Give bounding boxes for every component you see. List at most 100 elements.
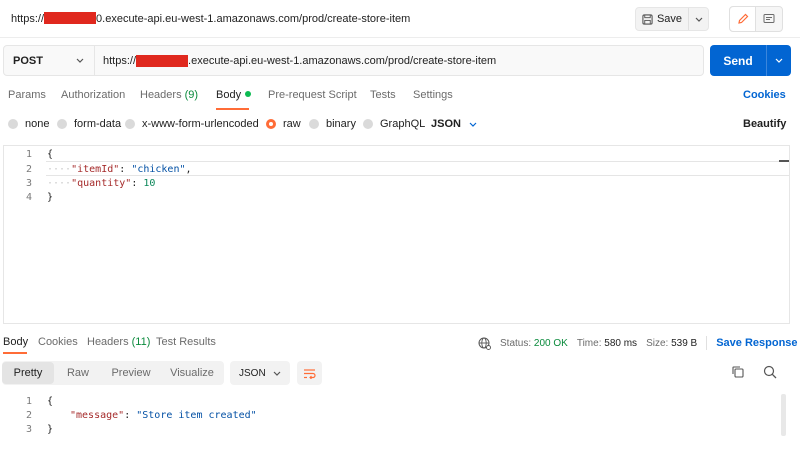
response-meta: Status: 200 OK Time: 580 ms Size: 539 B … xyxy=(478,336,800,350)
response-tab-headers[interactable]: Headers (11) xyxy=(87,336,150,348)
url-input[interactable]: https:// .execute-api.eu-west-1.amazonaws… xyxy=(95,46,496,75)
view-mode-toggle xyxy=(729,6,783,32)
tab-body[interactable]: Body xyxy=(216,89,252,101)
response-tab-headers-count: (11) xyxy=(131,336,151,348)
radio-button xyxy=(57,119,67,129)
copy-button[interactable] xyxy=(731,365,745,382)
response-code-line: } xyxy=(47,424,53,435)
radio-form-data[interactable]: form-data xyxy=(57,118,121,130)
send-options-button[interactable] xyxy=(766,45,791,76)
radio-button xyxy=(8,119,18,129)
wrap-lines-button[interactable] xyxy=(297,361,322,385)
view-visualize[interactable]: Visualize xyxy=(160,362,224,384)
chevron-down-icon xyxy=(273,371,281,376)
json-key: "message" xyxy=(70,410,125,421)
json-number: 10 xyxy=(143,178,156,189)
line-number: 3 xyxy=(25,178,32,189)
response-tab-headers-label: Headers xyxy=(87,336,129,348)
response-tab-cookies[interactable]: Cookies xyxy=(38,336,78,348)
response-scrollbar[interactable] xyxy=(781,394,786,436)
send-button[interactable]: Send xyxy=(710,45,766,76)
comments-button[interactable] xyxy=(756,7,782,31)
radio-label: raw xyxy=(283,118,301,130)
save-response-label: Save Response xyxy=(716,337,798,349)
save-response-button[interactable]: Save Response xyxy=(716,337,800,349)
body-indicator-dot xyxy=(245,91,252,97)
save-label: Save xyxy=(656,13,683,25)
time[interactable]: Time: 580 ms xyxy=(577,338,637,349)
line-number: 1 xyxy=(25,149,32,160)
radio-binary[interactable]: binary xyxy=(309,118,356,130)
radio-urlencoded[interactable]: x-www-form-urlencoded xyxy=(125,118,259,130)
tab-prerequest-script[interactable]: Pre-request Script xyxy=(268,89,357,101)
comment-icon xyxy=(763,14,775,23)
editor-scrollbar[interactable] xyxy=(779,160,789,162)
request-title[interactable]: https:// 0.execute-api.eu-west-1.amazonaw… xyxy=(11,12,410,25)
beautify-button[interactable]: Beautify xyxy=(743,118,786,130)
json-key: "itemId" xyxy=(71,164,120,175)
view-raw[interactable]: Raw xyxy=(54,362,102,384)
cookies-link[interactable]: Cookies xyxy=(743,89,786,101)
save-button-group: Save xyxy=(635,7,709,31)
tab-headers[interactable]: Headers (9) xyxy=(140,89,198,101)
radio-graphql[interactable]: GraphQL xyxy=(363,118,425,130)
tab-tests[interactable]: Tests xyxy=(370,89,396,101)
search-button[interactable] xyxy=(763,365,777,382)
active-tab-indicator xyxy=(216,108,249,110)
response-tab-body[interactable]: Body xyxy=(3,336,28,348)
status-label: Status: xyxy=(500,337,532,349)
response-code-line: "message": "Store item created" xyxy=(70,410,257,421)
json-string: "Store item created" xyxy=(136,410,257,421)
response-format-label: JSON xyxy=(239,367,266,379)
line-number: 2 xyxy=(25,164,32,175)
tab-headers-label: Headers xyxy=(140,89,182,101)
size-value: 539 B xyxy=(671,337,698,349)
code-line: ····"quantity": 10 xyxy=(47,178,156,189)
save-icon xyxy=(642,13,653,25)
radio-label: form-data xyxy=(74,118,122,130)
active-tab-indicator xyxy=(3,352,27,354)
edit-button[interactable] xyxy=(730,7,756,31)
time-label: Time: xyxy=(576,337,602,349)
save-options-button[interactable] xyxy=(688,8,708,30)
save-button[interactable]: Save xyxy=(636,8,688,30)
code-line: { xyxy=(47,149,53,160)
method-label: POST xyxy=(13,54,43,67)
radio-raw[interactable]: raw xyxy=(266,118,301,130)
json-key: "quantity" xyxy=(71,178,132,189)
chevron-down-icon xyxy=(76,58,84,63)
tab-authorization[interactable]: Authorization xyxy=(61,89,125,101)
url-suffix: .execute-api.eu-west-1.amazonaws.com/pro… xyxy=(188,54,497,67)
response-format-select[interactable]: JSON xyxy=(230,361,290,385)
body-format-select[interactable]: JSON xyxy=(431,118,477,130)
radio-none[interactable]: none xyxy=(8,118,49,130)
line-number: 4 xyxy=(25,192,32,203)
radio-label: binary xyxy=(326,118,356,130)
radio-button xyxy=(309,119,319,129)
wrap-lines-icon xyxy=(304,368,316,379)
code-line: ····"itemId": "chicken", xyxy=(47,164,192,175)
line-number: 3 xyxy=(25,424,32,435)
send-button-group: Send xyxy=(710,45,791,76)
status[interactable]: Status: 200 OK xyxy=(500,338,568,349)
chevron-down-icon xyxy=(695,17,702,22)
radio-button xyxy=(125,119,135,129)
size-label: Size: xyxy=(646,337,669,349)
url-prefix: https:// xyxy=(103,54,137,67)
tab-body-label: Body xyxy=(216,89,242,101)
view-preview[interactable]: Preview xyxy=(102,362,160,384)
size[interactable]: Size: 539 B xyxy=(646,338,697,349)
redacted-region xyxy=(44,12,97,24)
pencil-icon xyxy=(737,13,748,24)
globe-icon[interactable] xyxy=(478,337,491,350)
radio-button xyxy=(363,119,373,129)
divider xyxy=(706,336,708,350)
close-brace: } xyxy=(47,424,54,435)
method-select[interactable]: POST xyxy=(4,46,95,75)
response-tab-test-results[interactable]: Test Results xyxy=(156,336,216,348)
radio-label: none xyxy=(25,118,50,130)
tab-params[interactable]: Params xyxy=(8,89,46,101)
tab-settings[interactable]: Settings xyxy=(413,89,453,101)
view-pretty[interactable]: Pretty xyxy=(2,362,54,384)
radio-button-selected xyxy=(266,119,276,129)
